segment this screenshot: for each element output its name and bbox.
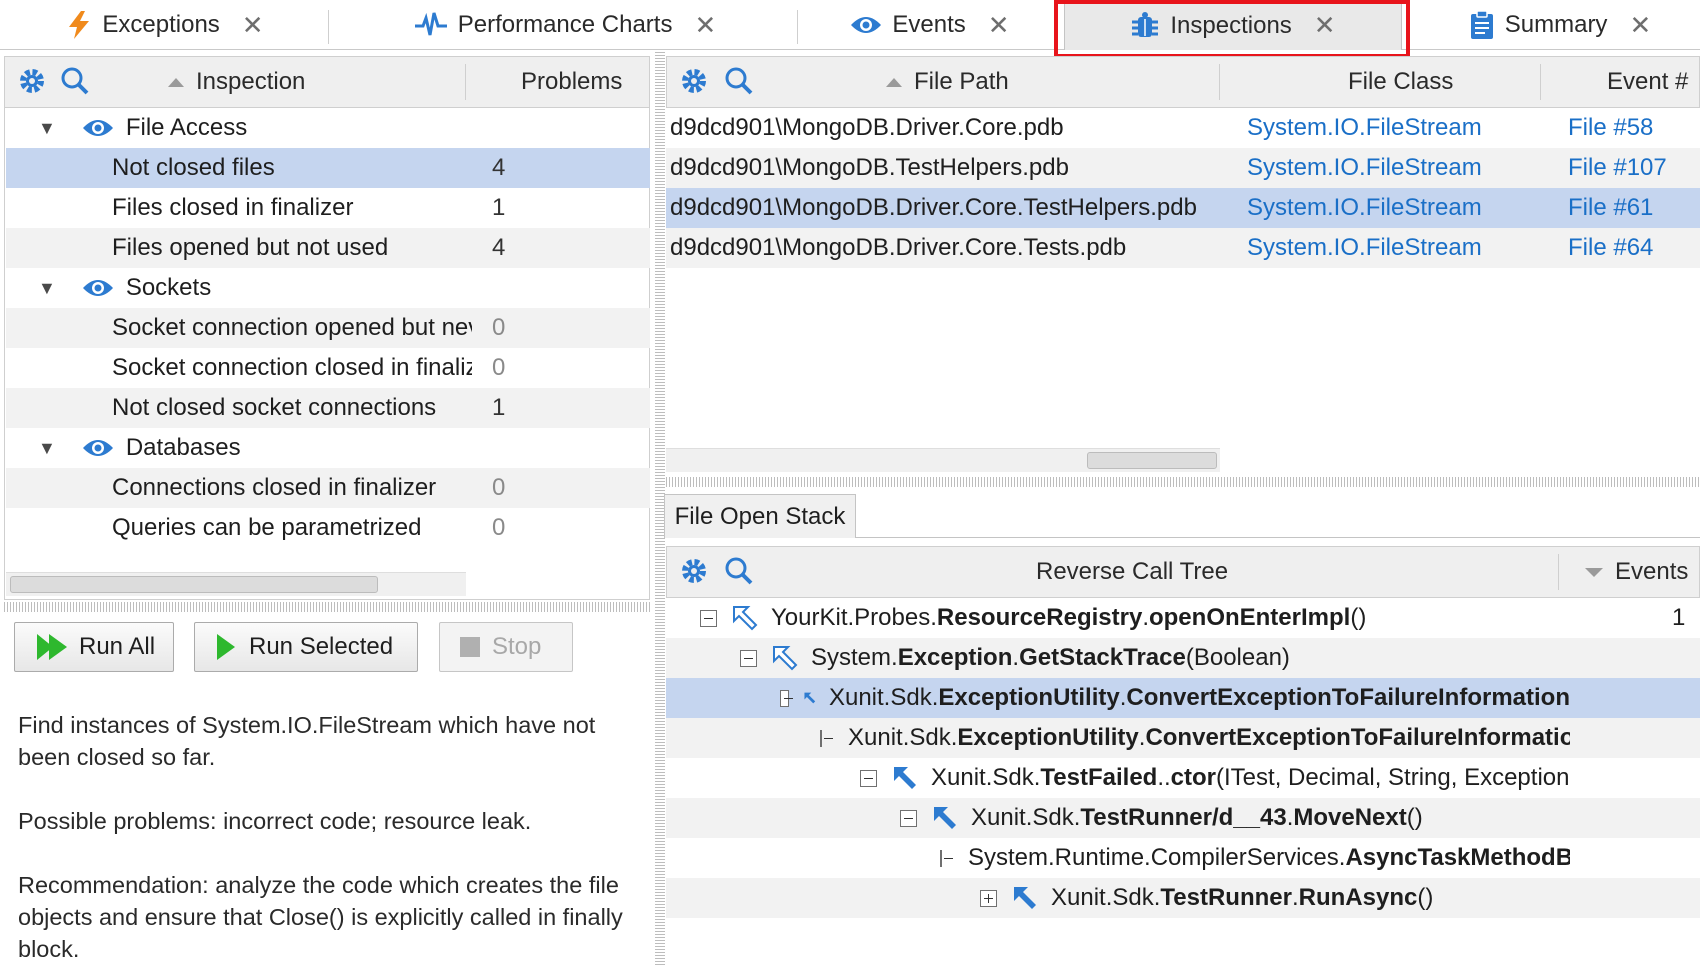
call-tree-row[interactable]: System. Exception. GetStackTrace (Boolean) — [666, 638, 1700, 678]
sort-descending-icon — [1585, 567, 1603, 577]
horizontal-splitter[interactable] — [4, 602, 652, 612]
collapse-toggle-icon[interactable] — [940, 849, 953, 867]
column-header-events[interactable]: Events — [1585, 546, 1688, 598]
pulse-chart-icon — [414, 11, 448, 39]
stop-icon — [460, 637, 480, 657]
close-icon[interactable]: ✕ — [1629, 10, 1651, 41]
collapse-toggle-icon[interactable] — [860, 769, 877, 787]
column-divider[interactable] — [465, 64, 466, 100]
close-icon[interactable]: ✕ — [694, 10, 716, 41]
description-paragraph: Recommendation: analyze the code which c… — [18, 872, 623, 962]
tab-label: Events — [892, 11, 966, 38]
description-paragraph: Possible problems: incorrect code; resou… — [18, 808, 532, 834]
call-tree-row[interactable]: Xunit.Sdk. TestRunner/d__43. MoveNext() — [666, 798, 1700, 838]
tab-file-open-stack[interactable]: File Open Stack — [664, 494, 856, 538]
list-item[interactable]: Files opened but not used 4 — [6, 228, 650, 268]
eye-icon — [82, 437, 114, 459]
method-arrow-filled-icon — [894, 767, 916, 789]
double-play-icon — [35, 632, 69, 662]
tab-performance-charts[interactable]: Performance Charts ✕ — [410, 0, 720, 50]
call-tree-row[interactable]: YourKit.Probes. ResourceRegistry. openOnEn… — [666, 598, 1700, 638]
list-item[interactable]: Socket connection opened but never used … — [6, 308, 650, 348]
horizontal-splitter[interactable] — [666, 477, 1700, 487]
collapse-triangle-icon[interactable]: ▼ — [38, 278, 56, 299]
sort-ascending-icon — [168, 77, 184, 87]
clipboard-icon — [1469, 10, 1495, 40]
tab-label: Performance Charts — [457, 11, 673, 38]
method-arrow-outline-icon — [773, 646, 798, 671]
list-item[interactable]: Queries can be parametrized 0 — [6, 508, 650, 548]
column-header-reverse-call-tree[interactable]: Reverse Call Tree — [1036, 546, 1228, 598]
method-arrow-outline-icon — [733, 606, 758, 631]
gear-icon[interactable] — [680, 557, 708, 590]
lightning-icon — [66, 10, 92, 40]
run-selected-button[interactable]: Run Selected — [194, 622, 418, 672]
column-header-event[interactable]: Event # — [1607, 56, 1688, 108]
tab-events[interactable]: Events ✕ — [850, 0, 1010, 50]
column-header-problems[interactable]: Problems — [521, 56, 622, 108]
tab-label: Summary — [1504, 11, 1608, 38]
collapse-toggle-icon[interactable] — [780, 689, 794, 707]
table-row[interactable]: d9dcd901\MongoDB.Driver.Core.TestHelpers… — [666, 188, 1700, 228]
expand-toggle-icon[interactable] — [980, 889, 997, 907]
inspection-description: Find instances of System.IO.FileStream w… — [18, 709, 638, 965]
method-arrow-filled-icon — [934, 807, 956, 829]
description-paragraph: Find instances of System.IO.FileStream w… — [18, 712, 596, 770]
call-tree-row[interactable]: Xunit.Sdk. ExceptionUtility. ConvertExcept… — [666, 678, 1700, 718]
table-row[interactable]: d9dcd901\MongoDB.TestHelpers.pdb System.… — [666, 148, 1700, 188]
tree-group-row[interactable]: ▼ File Access — [6, 108, 650, 148]
scrollbar-thumb[interactable] — [10, 576, 378, 593]
eye-icon — [82, 117, 114, 139]
column-header-file-class[interactable]: File Class — [1348, 56, 1453, 108]
tab-divider — [328, 10, 329, 44]
list-item[interactable]: Socket connection closed in finalizer 0 — [6, 348, 650, 388]
highlight-rectangle — [1054, 0, 1410, 58]
search-icon[interactable] — [724, 556, 754, 591]
tab-label: Exceptions — [102, 11, 220, 38]
call-tree-row[interactable]: Xunit.Sdk. TestRunner. RunAsync() — [666, 878, 1700, 918]
eye-icon — [850, 14, 882, 36]
list-item[interactable]: Connections closed in finalizer 0 — [6, 468, 650, 508]
column-header-inspection[interactable]: Inspection — [168, 56, 305, 108]
collapse-triangle-icon[interactable]: ▼ — [38, 118, 56, 139]
list-item[interactable]: Not closed files 4 — [6, 148, 650, 188]
list-item[interactable]: Not closed socket connections 1 — [6, 388, 650, 428]
file-table-header — [666, 56, 1700, 108]
tab-summary[interactable]: Summary ✕ — [1460, 0, 1660, 50]
sort-ascending-icon — [886, 77, 902, 87]
tab-exceptions[interactable]: Exceptions ✕ — [55, 0, 275, 50]
table-row[interactable]: d9dcd901\MongoDB.Driver.Core.pdb System.… — [666, 108, 1700, 148]
eye-icon — [82, 277, 114, 299]
column-divider[interactable] — [1219, 64, 1220, 100]
collapse-toggle-icon[interactable] — [900, 809, 917, 827]
column-header-file-path[interactable]: File Path — [886, 56, 1009, 108]
method-arrow-filled-icon — [1014, 887, 1036, 909]
collapse-toggle-icon[interactable] — [700, 609, 717, 627]
tree-group-row[interactable]: ▼ Databases — [6, 428, 650, 468]
column-divider[interactable] — [1558, 554, 1559, 590]
search-icon[interactable] — [60, 66, 90, 101]
gear-icon[interactable] — [18, 67, 46, 100]
collapse-triangle-icon[interactable]: ▼ — [38, 438, 56, 459]
column-divider[interactable] — [1540, 64, 1541, 100]
stop-button[interactable]: Stop — [439, 622, 573, 672]
tree-group-row[interactable]: ▼ Sockets — [6, 268, 650, 308]
close-icon[interactable]: ✕ — [988, 10, 1010, 41]
play-icon — [215, 632, 237, 662]
close-icon[interactable]: ✕ — [242, 10, 264, 41]
run-all-button[interactable]: Run All — [14, 622, 174, 672]
collapse-toggle-icon[interactable] — [820, 729, 833, 747]
table-row[interactable]: d9dcd901\MongoDB.Driver.Core.Tests.pdb S… — [666, 228, 1700, 268]
gear-icon[interactable] — [680, 67, 708, 100]
call-tree-row[interactable]: Xunit.Sdk. TestFailed.. ctor (ITest, Decima… — [666, 758, 1700, 798]
tab-divider — [797, 10, 798, 44]
search-icon[interactable] — [724, 66, 754, 101]
call-tree-row[interactable]: System.Runtime.CompilerServices. AsyncTas… — [666, 838, 1700, 878]
method-arrow-filled-icon — [804, 692, 816, 704]
call-tree-row[interactable]: Xunit.Sdk. ExceptionUtility. ConvertExcept… — [666, 718, 1700, 758]
collapse-toggle-icon[interactable] — [740, 649, 757, 667]
list-item[interactable]: Files closed in finalizer 1 — [6, 188, 650, 228]
scrollbar-thumb[interactable] — [1087, 452, 1217, 469]
